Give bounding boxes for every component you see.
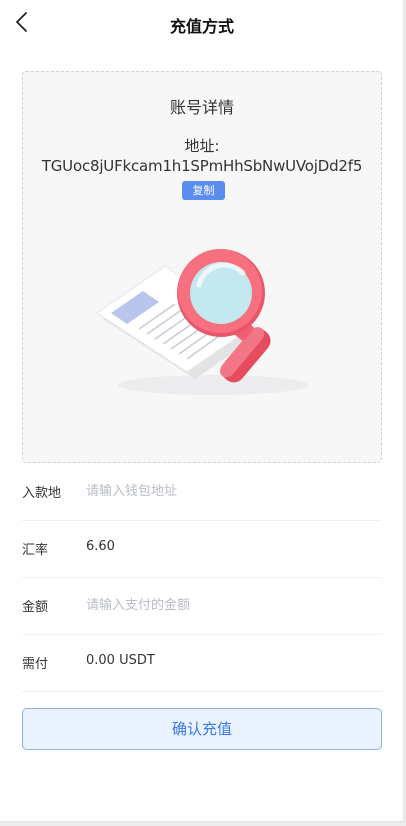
page-title: 充值方式 [169, 17, 234, 36]
address-label: 地址: [184, 137, 220, 155]
address-value: TGUoc8jUFkcam1h1SPmHhSbNwUVojDd2f5 [41, 157, 363, 175]
copy-button[interactable]: 复制 [182, 181, 225, 200]
amount-label: 金额 [22, 600, 49, 615]
required-payment-row: 需付 0.00 USDT [22, 635, 382, 692]
account-details-title: 账号详情 [169, 98, 234, 117]
amount-input[interactable] [86, 592, 376, 618]
header: 充值方式 [0, 0, 404, 50]
required-payment-value: 0.00 USDT [86, 653, 155, 668]
deposit-address-label: 入款地 [22, 486, 62, 501]
amount-row: 金额 [22, 578, 382, 635]
account-details-card: 账号详情 地址: TGUoc8jUFkcam1h1SPmHhSbNwUVojDd… [22, 71, 382, 463]
deposit-address-input[interactable] [86, 478, 376, 504]
required-payment-label: 需付 [22, 657, 49, 672]
deposit-address-row: 入款地 [22, 464, 382, 521]
exchange-rate-row: 汇率 6.60 [22, 521, 382, 578]
magnifier-document-illustration [96, 249, 308, 395]
exchange-rate-value: 6.60 [86, 539, 115, 554]
exchange-rate-label: 汇率 [22, 543, 49, 558]
confirm-recharge-button[interactable]: 确认充值 [22, 708, 382, 750]
recharge-page: 充值方式 账号详情 地址: TGUoc8jUFkcam1h1SPmHhSbNwU… [0, 0, 404, 822]
